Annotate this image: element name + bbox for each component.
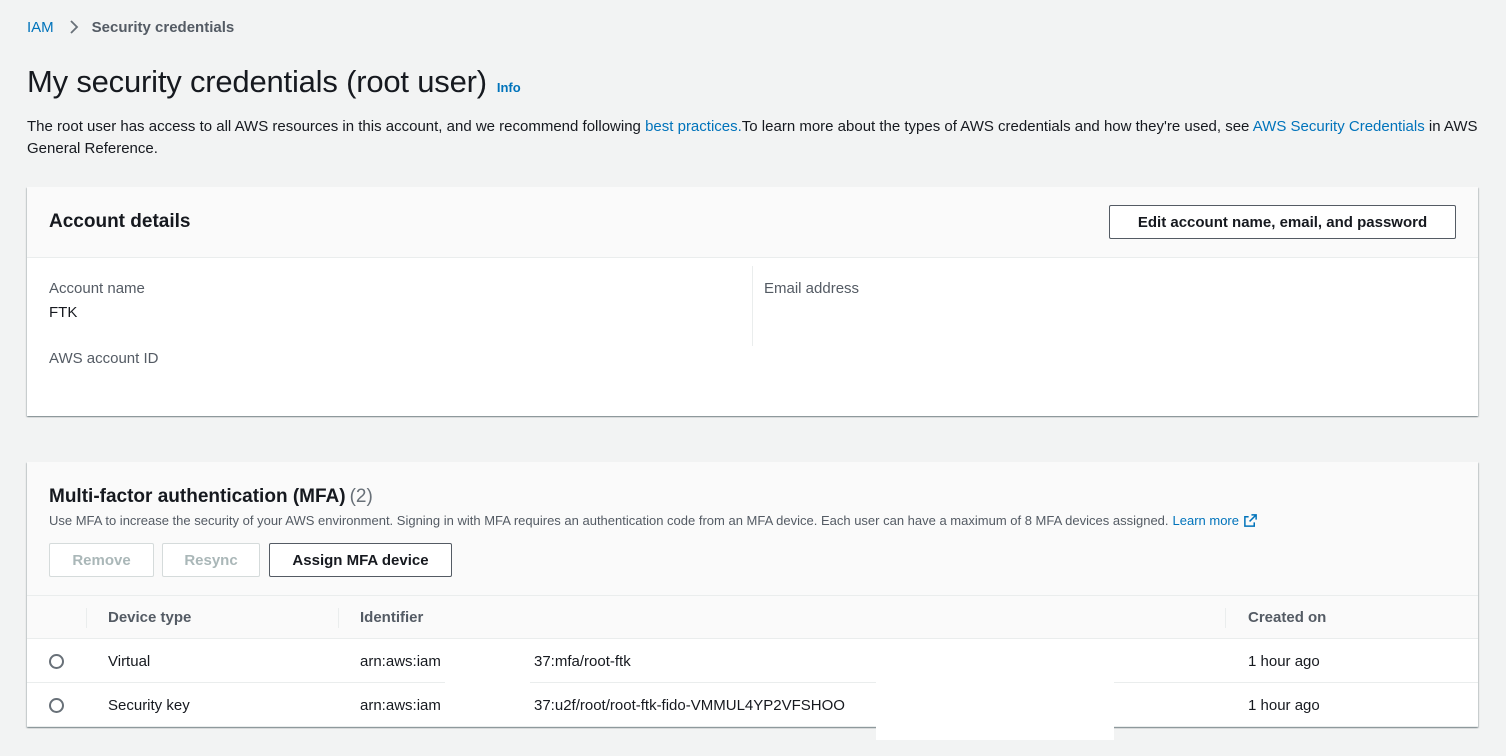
- row-select-radio[interactable]: [49, 698, 64, 713]
- account-details-header: Account details Edit account name, email…: [27, 187, 1478, 258]
- mfa-description-text: Use MFA to increase the security of your…: [49, 513, 1169, 528]
- device-type-cell: Virtual: [108, 652, 151, 670]
- assign-mfa-device-button[interactable]: Assign MFA device: [269, 543, 452, 577]
- breadcrumb-current: Security credentials: [91, 18, 235, 36]
- intro-text: The root user has access to all AWS reso…: [27, 116, 1487, 160]
- mfa-count: (2): [349, 486, 373, 507]
- best-practices-link[interactable]: best practices.: [645, 118, 742, 135]
- identifier-prefix-cell: arn:aws:iam: [360, 652, 441, 670]
- created-on-cell: 1 hour ago: [1248, 652, 1320, 670]
- page: IAM Security credentials My security cre…: [0, 0, 1506, 756]
- aws-security-credentials-link[interactable]: AWS Security Credentials: [1253, 118, 1425, 135]
- email-address-label: Email address: [764, 280, 860, 297]
- identifier-suffix-cell: 37:u2f/root/root-ftk-fido-VMMUL4YP2VFSHO…: [534, 696, 845, 714]
- mfa-header: Multi-factor authentication (MFA) (2) Use…: [27, 462, 1478, 596]
- mfa-title: Multi-factor authentication (MFA) (2): [49, 486, 373, 508]
- created-on-cell: 1 hour ago: [1248, 696, 1320, 714]
- mfa-table-header: Device type Identifier Created on: [27, 596, 1478, 639]
- external-link-icon: [1243, 513, 1258, 528]
- account-name-label: Account name: [49, 280, 145, 297]
- edit-account-button[interactable]: Edit account name, email, and password: [1109, 205, 1456, 239]
- identifier-suffix-cell: 37:mfa/root-ftk: [534, 652, 631, 670]
- redaction-block: [445, 652, 530, 712]
- mfa-title-text: Multi-factor authentication (MFA): [49, 486, 346, 507]
- account-details-card: Account details Edit account name, email…: [27, 187, 1478, 416]
- column-separator: [338, 608, 339, 628]
- account-id-label: AWS account ID: [49, 350, 159, 367]
- account-name-value: FTK: [49, 304, 78, 321]
- table-row[interactable]: Security key arn:aws:iam 37:u2f/root/roo…: [27, 683, 1478, 727]
- account-details-title: Account details: [49, 211, 191, 232]
- intro-part-1: The root user has access to all AWS reso…: [27, 118, 646, 135]
- column-separator: [1225, 608, 1226, 628]
- column-created-on[interactable]: Created on: [1248, 596, 1326, 639]
- info-link[interactable]: Info: [497, 80, 521, 95]
- resync-button[interactable]: Resync: [162, 543, 260, 577]
- mfa-card: Multi-factor authentication (MFA) (2) Use…: [27, 462, 1478, 740]
- learn-more-link[interactable]: Learn more: [1173, 513, 1258, 528]
- row-select-radio[interactable]: [49, 654, 64, 669]
- remove-button[interactable]: Remove: [49, 543, 154, 577]
- table-row[interactable]: Virtual arn:aws:iam 37:mfa/root-ftk 1 ho…: [27, 639, 1478, 683]
- page-title: My security credentials (root user): [27, 64, 487, 99]
- device-type-cell: Security key: [108, 696, 190, 714]
- chevron-right-icon: [67, 20, 81, 34]
- column-device-type[interactable]: Device type: [108, 596, 191, 639]
- mfa-description: Use MFA to increase the security of your…: [49, 513, 1258, 528]
- learn-more-label: Learn more: [1172, 513, 1239, 528]
- page-header: My security credentials (root user) Info: [27, 64, 521, 100]
- intro-part-2: To learn more about the types of AWS cre…: [741, 118, 1253, 135]
- column-divider: [752, 266, 753, 346]
- redaction-block: [876, 674, 1114, 740]
- breadcrumb: IAM Security credentials: [27, 17, 234, 37]
- column-identifier[interactable]: Identifier: [360, 596, 423, 639]
- breadcrumb-iam-link[interactable]: IAM: [27, 19, 54, 36]
- identifier-prefix-cell: arn:aws:iam: [360, 696, 441, 714]
- column-separator: [86, 608, 87, 628]
